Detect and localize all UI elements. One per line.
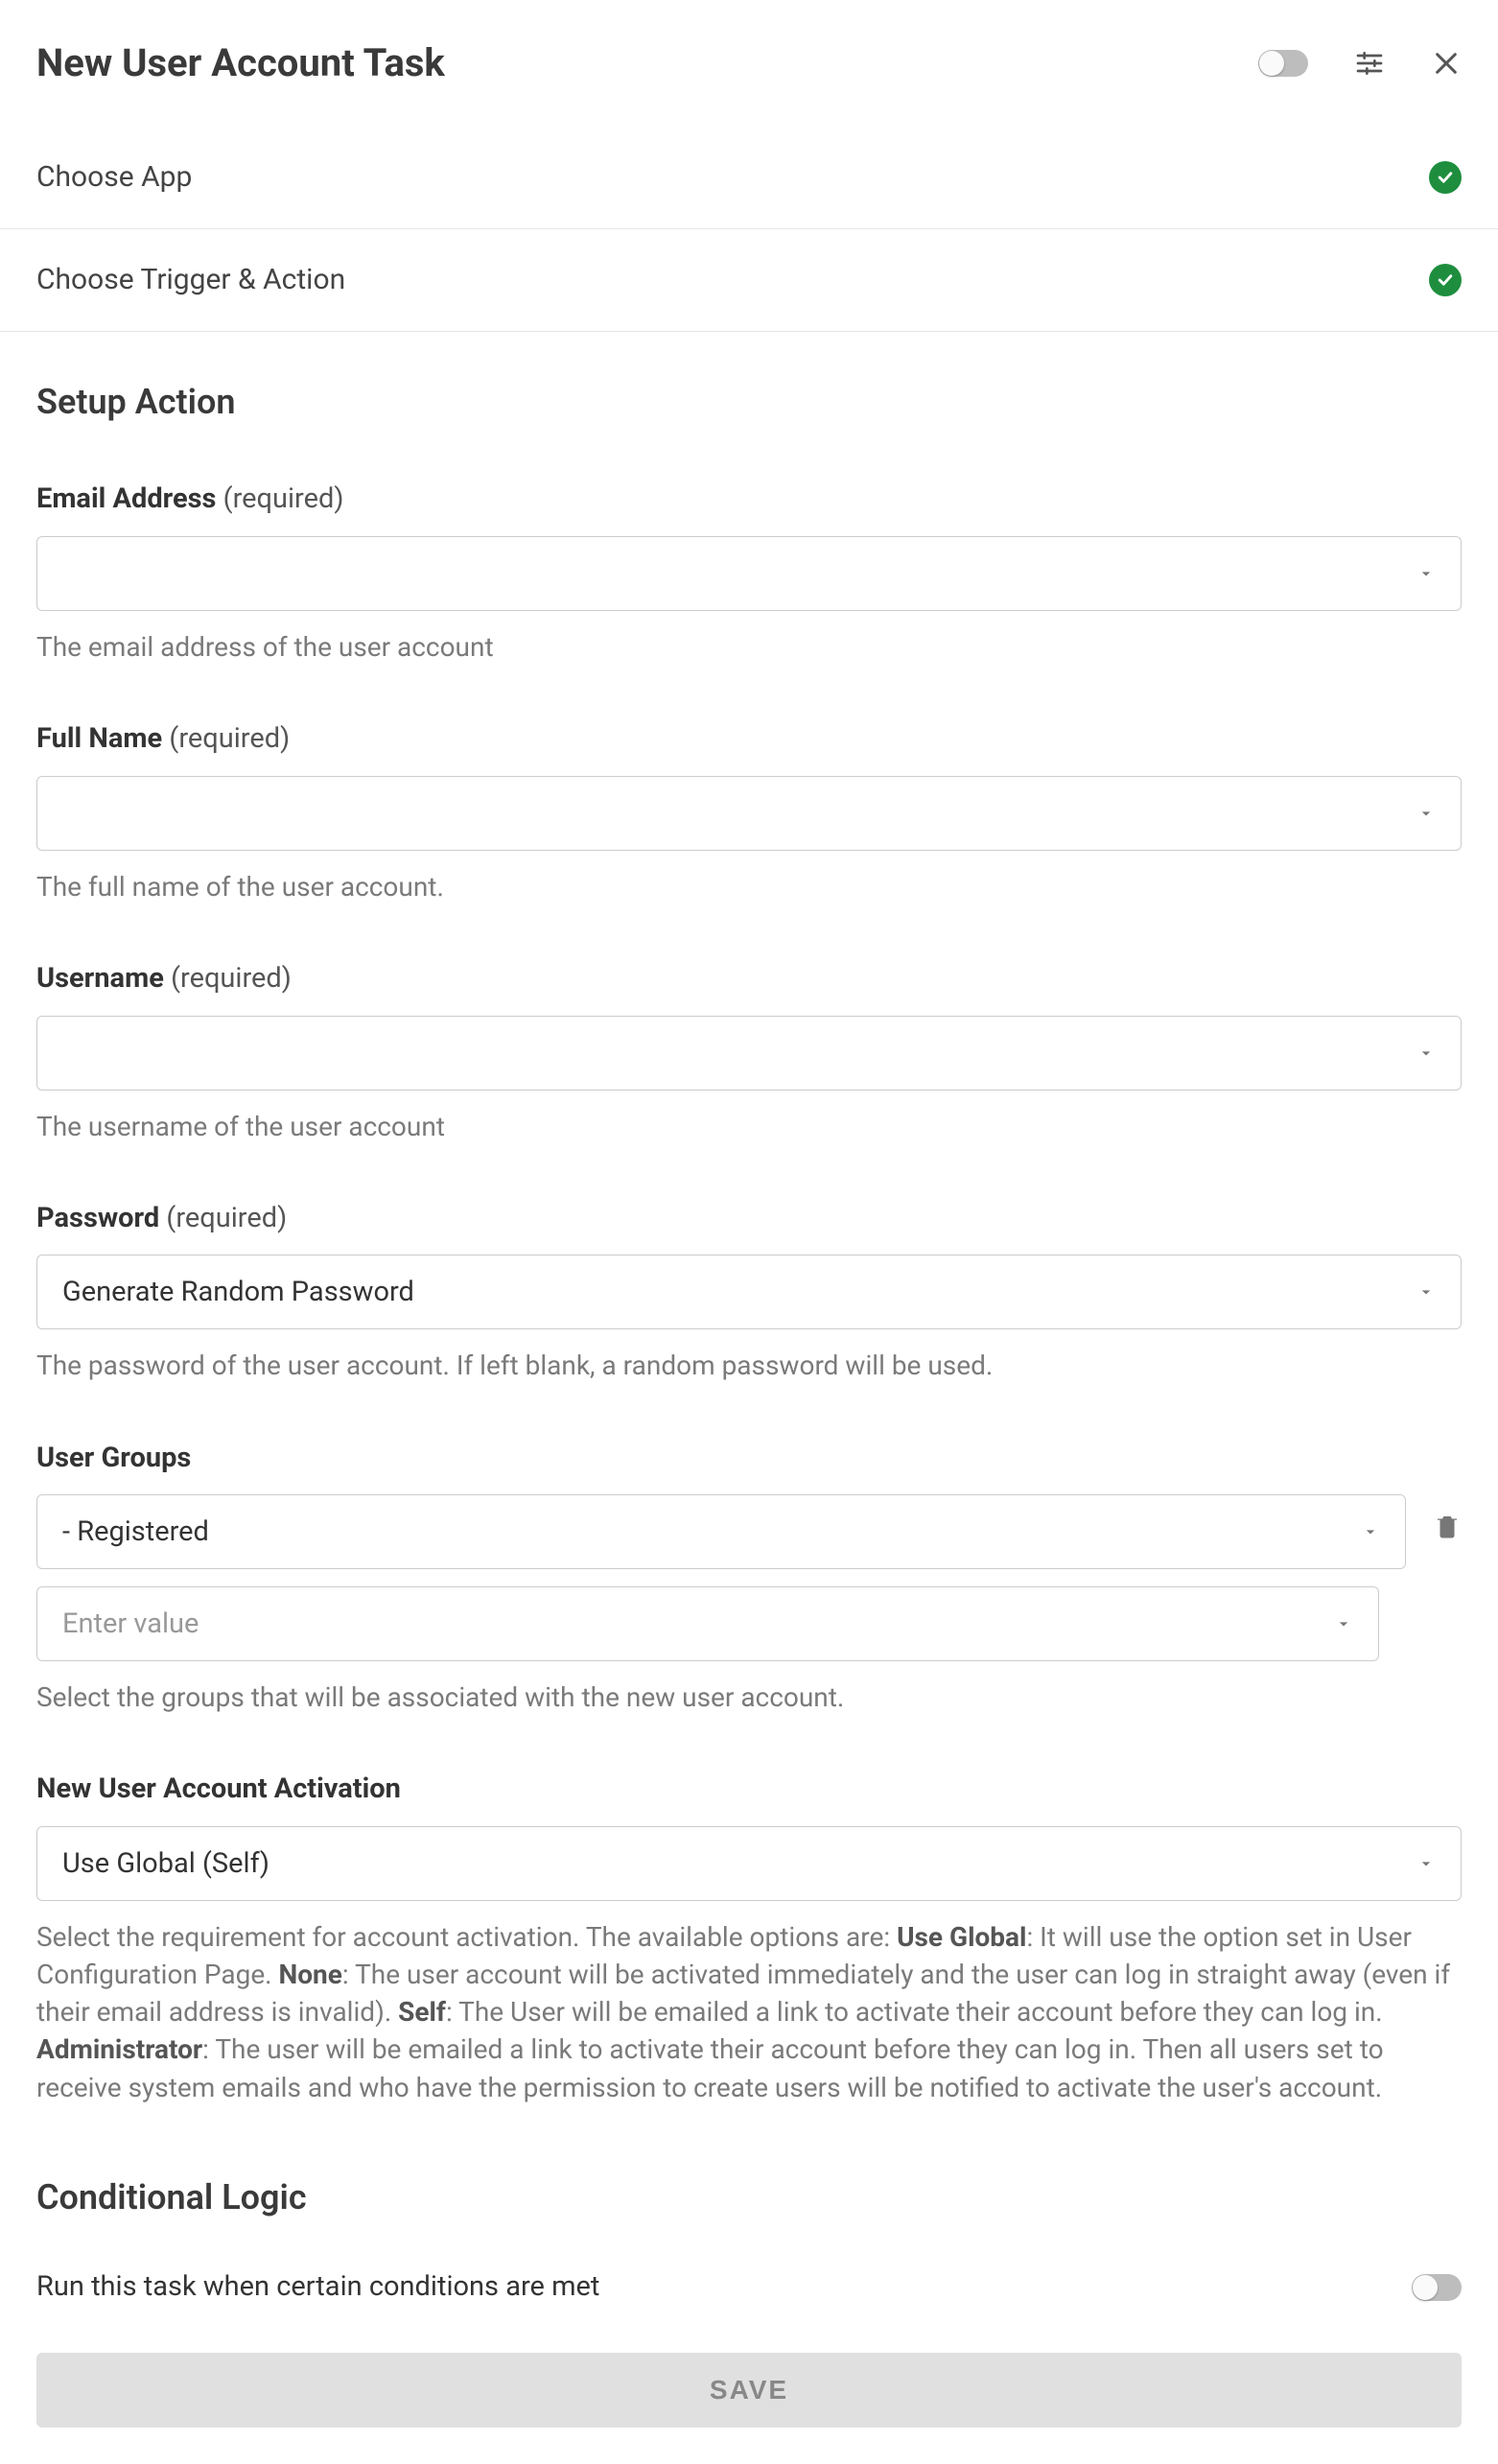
field-label-text: Username (36, 962, 164, 995)
field-label-text: Full Name (36, 722, 162, 755)
caret-down-icon (1416, 1854, 1436, 1873)
select-value: - Registered (62, 1513, 209, 1552)
step-choose-app[interactable]: Choose App (0, 127, 1498, 229)
header-toggle[interactable] (1258, 50, 1308, 77)
field-label-text: New User Account Activation (36, 1772, 401, 1805)
save-button[interactable]: SAVE (36, 2353, 1462, 2428)
step-choose-trigger[interactable]: Choose Trigger & Action (0, 229, 1498, 332)
select-value: Generate Random Password (62, 1273, 414, 1312)
activation-select[interactable]: Use Global (Self) (36, 1826, 1462, 1901)
section-title: Conditional Logic (36, 2173, 1462, 2221)
required-tag: (required) (166, 1202, 287, 1234)
caret-down-icon (1361, 1522, 1380, 1541)
page-title: New User Account Task (36, 36, 445, 90)
step-label: Choose Trigger & Action (36, 260, 345, 300)
field-fullname: Full Name (required) The full name of th… (36, 719, 1462, 905)
caret-down-icon (1416, 1282, 1436, 1302)
trash-icon[interactable] (1433, 1512, 1462, 1552)
field-email: Email Address (required) The email addre… (36, 480, 1462, 666)
header-tools (1258, 48, 1462, 79)
field-help: The email address of the user account (36, 628, 1462, 666)
field-label-text: Password (36, 1202, 159, 1234)
field-help: Select the groups that will be associate… (36, 1678, 1462, 1716)
select-value: Use Global (Self) (62, 1844, 269, 1884)
conditional-toggle[interactable] (1412, 2274, 1462, 2301)
check-circle-icon (1429, 161, 1462, 194)
field-user-groups: User Groups - Registered Enter value (36, 1439, 1462, 1717)
password-select[interactable]: Generate Random Password (36, 1255, 1462, 1329)
conditional-logic-section: Conditional Logic Run this task when cer… (36, 2173, 1462, 2428)
caret-down-icon (1416, 1044, 1436, 1063)
caret-down-icon (1416, 564, 1436, 583)
fullname-select[interactable] (36, 776, 1462, 851)
email-select[interactable] (36, 536, 1462, 611)
field-password: Password (required) Generate Random Pass… (36, 1199, 1462, 1385)
caret-down-icon (1334, 1614, 1353, 1633)
field-activation: New User Account Activation Use Global (… (36, 1770, 1462, 2106)
caret-down-icon (1416, 804, 1436, 823)
user-groups-select[interactable]: - Registered (36, 1494, 1406, 1569)
field-username: Username (required) The username of the … (36, 959, 1462, 1145)
user-groups-enter[interactable]: Enter value (36, 1586, 1379, 1661)
field-help: The username of the user account (36, 1108, 1462, 1145)
required-tag: (required) (169, 722, 290, 755)
tune-icon[interactable] (1354, 48, 1385, 79)
check-circle-icon (1429, 264, 1462, 296)
header: New User Account Task (0, 0, 1498, 127)
field-help: The password of the user account. If lef… (36, 1347, 1462, 1384)
conditional-text: Run this task when certain conditions ar… (36, 2267, 599, 2307)
field-label-text: User Groups (36, 1442, 191, 1474)
section-title: Setup Action (36, 378, 1462, 426)
username-select[interactable] (36, 1016, 1462, 1091)
select-placeholder: Enter value (62, 1605, 199, 1644)
required-tag: (required) (171, 962, 292, 995)
field-label-text: Email Address (36, 482, 216, 515)
field-help: Select the requirement for account activ… (36, 1918, 1462, 2106)
setup-action-section: Setup Action Email Address (required) Th… (0, 332, 1498, 2464)
close-icon[interactable] (1431, 48, 1462, 79)
required-tag: (required) (223, 482, 344, 515)
field-help: The full name of the user account. (36, 868, 1462, 905)
step-label: Choose App (36, 157, 192, 198)
